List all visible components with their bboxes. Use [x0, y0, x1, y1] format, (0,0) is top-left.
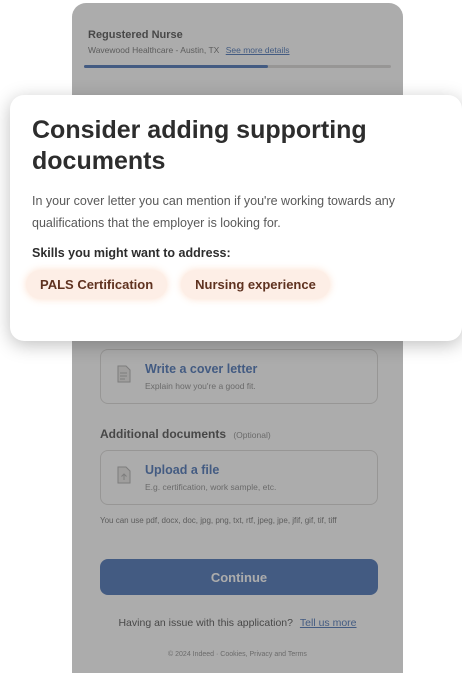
file-types-note: You can use pdf, docx, doc, jpg, png, tx…: [100, 516, 337, 525]
additional-documents-text: Additional documents: [100, 427, 226, 441]
progress-bar-fill: [84, 65, 269, 68]
issue-line: Having an issue with this application? T…: [72, 617, 403, 629]
continue-button[interactable]: Continue: [100, 559, 378, 595]
upload-file-icon: [117, 466, 131, 484]
cover-letter-title: Write a cover letter: [145, 362, 258, 376]
additional-documents-label: Additional documents (Optional): [100, 427, 271, 441]
progress-bar: [84, 65, 391, 68]
popover-heading: Consider adding supporting documents: [32, 116, 367, 175]
upload-file-subtitle: E.g. certification, work sample, etc.: [145, 482, 277, 492]
skills-label: Skills you might want to address:: [32, 246, 231, 260]
supporting-documents-popover: Consider adding supporting documents In …: [10, 95, 462, 341]
job-meta: Wavewood Healthcare - Austin, TX See mor…: [88, 45, 387, 55]
cover-letter-subtitle: Explain how you're a good fit.: [145, 381, 256, 391]
job-header: Regustered Nurse Wavewood Healthcare - A…: [72, 3, 403, 55]
write-cover-letter-card[interactable]: Write a cover letter Explain how you're …: [100, 349, 378, 404]
job-title: Regustered Nurse: [88, 29, 183, 41]
skill-chip-pals[interactable]: PALS Certification: [26, 270, 168, 299]
tell-us-more-link[interactable]: Tell us more: [300, 617, 357, 629]
skill-chip-nursing[interactable]: Nursing experience: [181, 270, 330, 299]
see-more-details-link[interactable]: See more details: [226, 45, 290, 55]
skills-chip-list: PALS Certification Nursing experience: [26, 270, 442, 299]
company-location: Wavewood Healthcare - Austin, TX: [88, 45, 220, 55]
issue-text: Having an issue with this application?: [118, 617, 293, 629]
document-icon: [117, 365, 131, 383]
upload-file-title: Upload a file: [145, 463, 220, 477]
upload-file-card[interactable]: Upload a file E.g. certification, work s…: [100, 450, 378, 505]
optional-tag: (Optional): [233, 430, 271, 440]
popover-body: In your cover letter you can mention if …: [32, 194, 395, 230]
footer-text: © 2024 Indeed · Cookies, Privacy and Ter…: [168, 651, 307, 658]
